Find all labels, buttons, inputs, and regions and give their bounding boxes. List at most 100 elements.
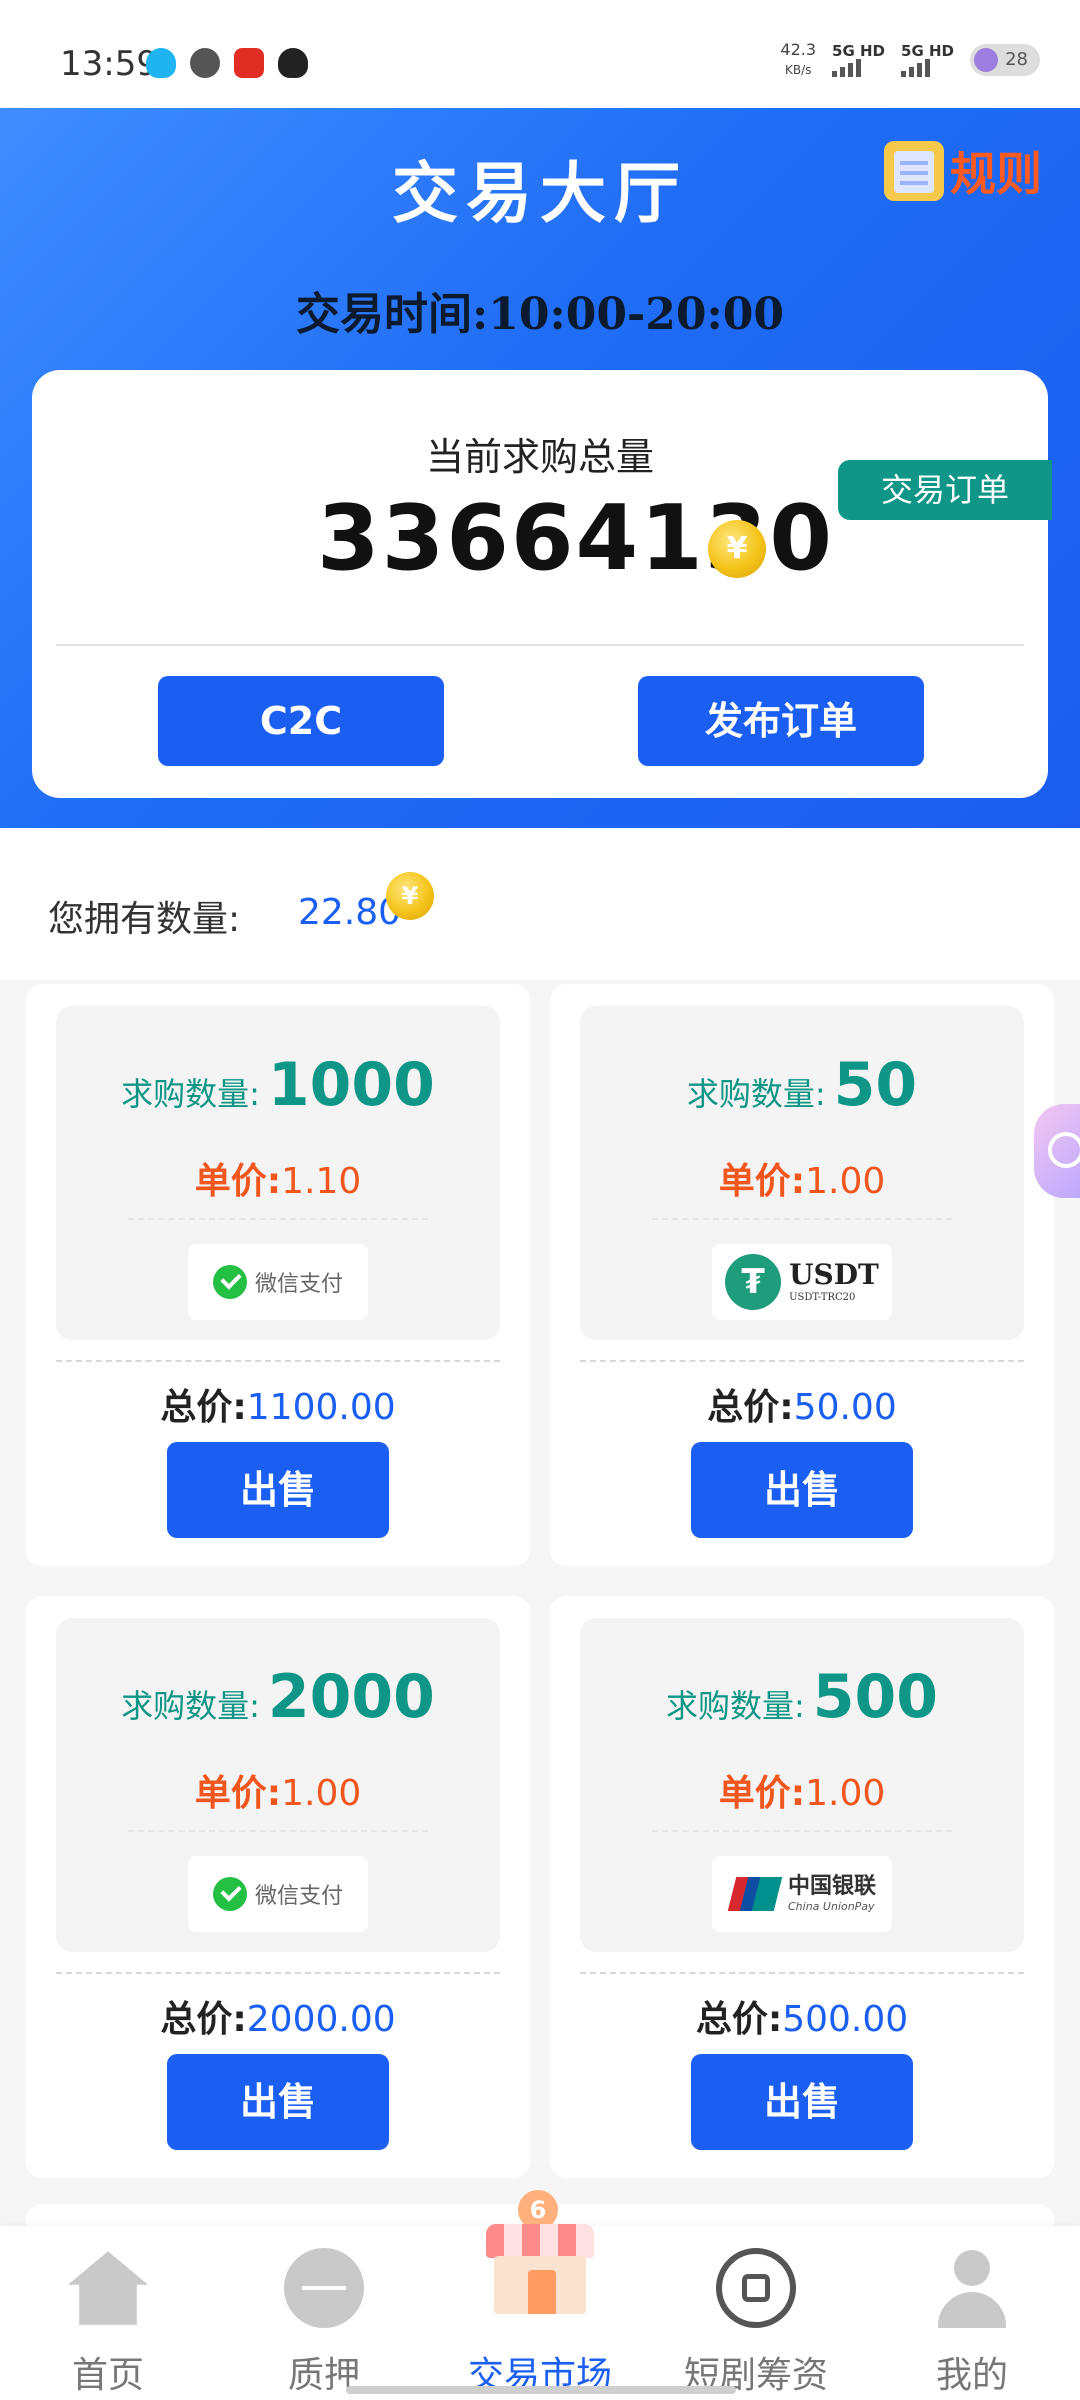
signal-1: 5G HD — [832, 43, 885, 77]
payment-method-badge: 中国银联 China UnionPay — [712, 1856, 892, 1932]
quantity-value: 500 — [812, 1662, 939, 1732]
network-type-1: 5G HD — [832, 42, 886, 60]
sell-button[interactable]: 出售 — [167, 1442, 389, 1538]
quantity-value: 1000 — [267, 1050, 435, 1120]
total-label: 总价: — [160, 1387, 247, 1428]
payment-method-badge: ₮ USDT USDT-TRC20 — [712, 1244, 892, 1320]
wechat-pay-icon — [212, 1265, 247, 1299]
divider — [128, 1218, 428, 1220]
trade-orders-button[interactable]: 交易订单 — [838, 460, 1052, 520]
order-info: 求购数量: 2000 单价:1.00 微信支付 — [56, 1618, 500, 1952]
price-row: 单价:1.00 — [580, 1152, 1024, 1204]
nav-label: 首页 — [71, 2355, 144, 2396]
bottom-nav: 首页 质押 6 交易市场 短剧筹资 我的 — [0, 2190, 1080, 2400]
sell-button[interactable]: 出售 — [691, 2054, 913, 2150]
signal-bars-icon — [901, 59, 954, 77]
network-type-2: 5G HD — [901, 42, 954, 60]
market-store-icon: 6 — [480, 2190, 600, 2322]
rules-label: 规则 — [950, 147, 1042, 201]
payment-method-label: 中国银联 — [787, 1874, 876, 1899]
battery-indicator: 28 — [970, 44, 1040, 76]
divider — [128, 1830, 428, 1832]
signal-bars-icon — [832, 59, 885, 77]
quantity-label: 求购数量: — [665, 1687, 805, 1725]
total-label: 总价: — [695, 1999, 783, 2040]
total-label: 总价: — [160, 1999, 247, 2040]
quantity-row: 求购数量: 500 — [580, 1662, 1024, 1732]
quantity-label: 求购数量: — [686, 1075, 826, 1113]
quantity-row: 求购数量: 50 — [580, 1050, 1024, 1120]
home-icon — [68, 2251, 148, 2325]
divider — [580, 1972, 1024, 1974]
wechat-pay-icon — [212, 1877, 247, 1911]
order-info: 求购数量: 1000 单价:1.10 微信支付 — [56, 1006, 500, 1340]
total-value: 2000.00 — [246, 1999, 396, 2040]
sell-button[interactable]: 出售 — [167, 2054, 389, 2150]
order-card: 求购数量: 1000 单价:1.10 微信支付 总价:1100.00 出售 — [26, 984, 530, 1566]
total-value: 500.00 — [782, 1999, 909, 2040]
publish-order-button[interactable]: 发布订单 — [638, 676, 924, 766]
order-card: 求购数量: 2000 单价:1.00 微信支付 总价:2000.00 出售 — [26, 1596, 530, 2178]
payment-method-label: 微信支付 — [254, 1272, 343, 1297]
floating-assistant-icon[interactable] — [1034, 1104, 1080, 1198]
order-info: 求购数量: 500 单价:1.00 中国银联 China UnionPay — [580, 1618, 1024, 1952]
divider — [652, 1218, 952, 1220]
nav-market[interactable]: 6 交易市场 — [432, 2190, 648, 2400]
network-speed: 42.3 KB/s — [780, 40, 816, 80]
sell-button[interactable]: 出售 — [691, 1442, 913, 1538]
quantity-label: 求购数量: — [121, 1687, 260, 1725]
holdings-bar: 您拥有数量: 22.80 ¥ — [0, 828, 1080, 980]
payment-method-label: 微信支付 — [254, 1884, 343, 1909]
square-circle-icon — [716, 2248, 796, 2328]
total-row: 总价:500.00 — [550, 1990, 1054, 2042]
payment-method-label: USDT — [789, 1258, 879, 1291]
store-door — [528, 2270, 556, 2314]
nav-home[interactable]: 首页 — [0, 2226, 216, 2400]
price-value: 1.00 — [805, 1161, 886, 1202]
qq-blue-icon — [146, 48, 176, 78]
unionpay-icon — [727, 1877, 783, 1911]
price-label: 单价: — [194, 1773, 282, 1814]
rules-button[interactable]: 规则 — [884, 138, 1042, 204]
c2c-button[interactable]: C2C — [158, 676, 444, 766]
summary-card: 当前求购总量 33664130 ¥ 交易订单 C2C 发布订单 — [32, 370, 1052, 798]
payment-method-sublabel: China UnionPay — [787, 1900, 875, 1913]
total-row: 总价:1100.00 — [26, 1378, 530, 1430]
home-indicator — [346, 2386, 736, 2394]
payment-method-text: 中国银联 China UnionPay — [787, 1874, 876, 1913]
price-label: 单价: — [718, 1161, 806, 1202]
price-row: 单价:1.10 — [56, 1152, 500, 1204]
price-row: 单价:1.00 — [580, 1764, 1024, 1816]
clipboard-icon — [884, 141, 944, 201]
divider — [56, 1972, 500, 1974]
qq-penguin-icon — [278, 48, 308, 78]
nav-pledge[interactable]: 质押 — [216, 2226, 432, 2400]
order-card: 求购数量: 500 单价:1.00 中国银联 China UnionPay 总价:… — [550, 1596, 1054, 2178]
total-label: 总价: — [707, 1387, 794, 1428]
user-icon — [932, 2248, 1012, 2328]
speed-value: 42.3 — [780, 40, 817, 59]
status-bar: 13:59 42.3 KB/s 5G HD 5G HD 28 — [0, 0, 1080, 108]
payment-method-text: USDT USDT-TRC20 — [789, 1261, 879, 1303]
order-info: 求购数量: 50 单价:1.00 ₮ USDT USDT-TRC20 — [580, 1006, 1024, 1340]
price-row: 单价:1.00 — [56, 1764, 500, 1816]
speed-unit: KB/s — [785, 63, 812, 77]
quantity-value: 2000 — [267, 1662, 435, 1732]
wechat-icon — [190, 48, 220, 78]
quantity-value: 50 — [833, 1050, 918, 1120]
coin-icon: ¥ — [708, 520, 766, 578]
payment-method-sublabel: USDT-TRC20 — [789, 1292, 856, 1303]
divider — [56, 644, 1024, 646]
divider — [580, 1360, 1024, 1362]
nav-label: 我的 — [935, 2355, 1008, 2396]
signal-2: 5G HD — [901, 43, 954, 77]
trade-time: 交易时间:10:00-20:00 — [296, 289, 784, 340]
price-label: 单价: — [718, 1773, 806, 1814]
divider — [652, 1830, 952, 1832]
store-awning — [486, 2224, 594, 2258]
pinduoduo-icon — [234, 48, 264, 78]
price-value: 1.10 — [281, 1161, 362, 1202]
divider — [56, 1360, 500, 1362]
nav-drama-funding[interactable]: 短剧筹资 — [648, 2226, 864, 2400]
nav-me[interactable]: 我的 — [864, 2226, 1080, 2400]
